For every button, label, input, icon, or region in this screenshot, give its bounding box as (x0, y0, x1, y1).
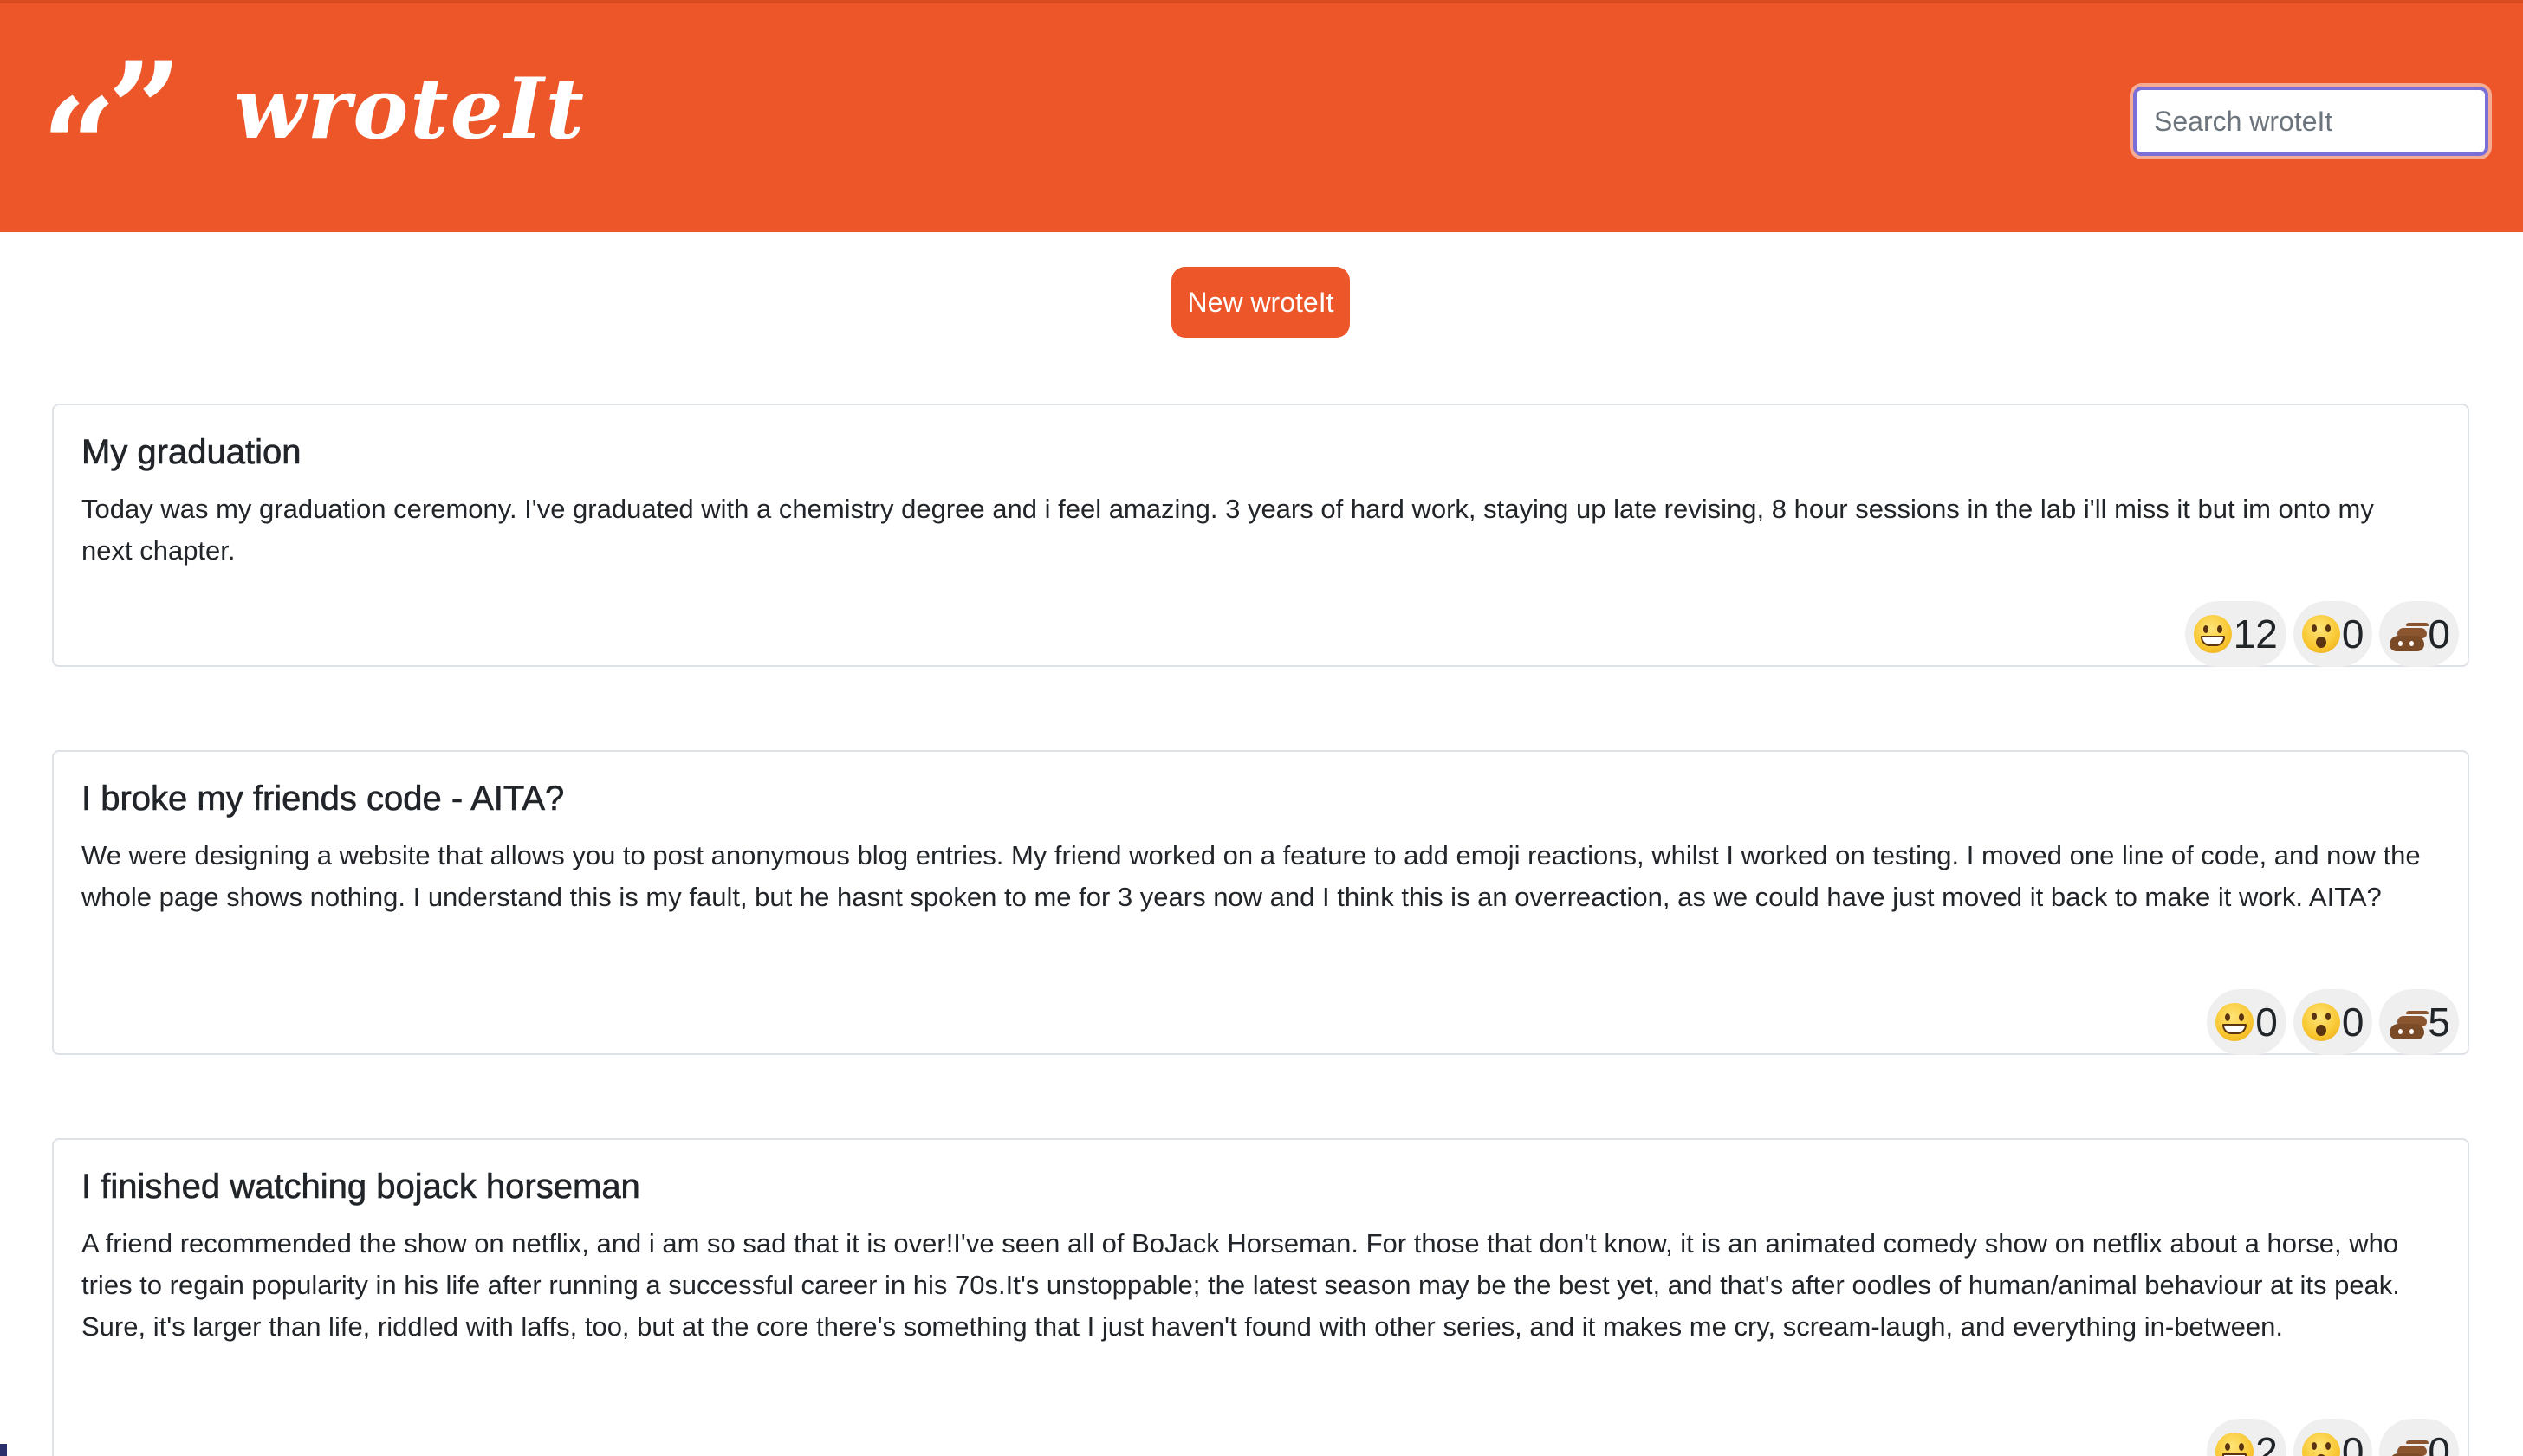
wow-reaction-button[interactable]: 0 (2293, 601, 2373, 667)
post-body: Today was my graduation ceremony. I've g… (81, 494, 2374, 566)
new-wroteit-button[interactable]: New wroteIt (1171, 267, 1350, 338)
reaction-count: 0 (2341, 1000, 2364, 1045)
poop-reaction-button[interactable]: 0 (2379, 601, 2459, 667)
wow-reaction-button[interactable]: 0 (2293, 1419, 2373, 1456)
brand-name: wroteIt (234, 60, 586, 158)
poop-icon (2388, 1003, 2426, 1041)
reaction-count: 0 (2341, 1429, 2364, 1456)
reaction-bar: 2 0 0 (2207, 1419, 2459, 1456)
wow-reaction-button[interactable]: 0 (2293, 989, 2373, 1055)
reaction-count: 0 (2428, 1429, 2450, 1456)
post-body: We were designing a website that allows … (81, 840, 2421, 912)
grinning-face-icon (2215, 1433, 2254, 1456)
brand-logo[interactable]: “ ” wroteIt (42, 45, 586, 211)
reaction-bar: 0 0 5 (2207, 989, 2459, 1055)
reaction-count: 2 (2255, 1429, 2278, 1456)
reaction-count: 0 (2255, 1000, 2278, 1045)
quote-marks-icon: “ ” (42, 45, 182, 211)
grin-reaction-button[interactable]: 12 (2184, 601, 2286, 667)
surprised-face-icon (2301, 615, 2340, 653)
reaction-bar: 12 0 0 (2184, 601, 2459, 667)
post-body: A friend recommended the show on netflix… (81, 1228, 2400, 1342)
reaction-count: 0 (2428, 612, 2450, 657)
window-corner (0, 1444, 7, 1456)
poop-icon (2388, 1433, 2426, 1456)
grinning-face-icon (2215, 1003, 2254, 1041)
grin-reaction-button[interactable]: 0 (2207, 989, 2286, 1055)
close-quote-mark: ” (107, 34, 183, 186)
page: “ ” wroteIt New wroteIt My graduation To… (0, 0, 2523, 1456)
open-quote-mark: “ (42, 70, 117, 223)
site-header: “ ” wroteIt (0, 0, 2523, 232)
post-card: I finished watching bojack horseman A fr… (52, 1138, 2469, 1456)
grinning-face-icon (2193, 615, 2232, 653)
post-card: I broke my friends code - AITA? We were … (52, 750, 2469, 1055)
post-title: My graduation (81, 433, 302, 472)
poop-reaction-button[interactable]: 5 (2379, 989, 2459, 1055)
poop-reaction-button[interactable]: 0 (2379, 1419, 2459, 1456)
poop-icon (2388, 615, 2426, 653)
post-title: I finished watching bojack horseman (81, 1168, 640, 1207)
search-input[interactable] (2133, 87, 2488, 156)
grin-reaction-button[interactable]: 2 (2207, 1419, 2286, 1456)
surprised-face-icon (2301, 1003, 2340, 1041)
surprised-face-icon (2301, 1433, 2340, 1456)
reaction-count: 5 (2428, 1000, 2450, 1045)
post-title: I broke my friends code - AITA? (81, 780, 565, 819)
reaction-count: 12 (2233, 612, 2278, 657)
post-card: My graduation Today was my graduation ce… (52, 404, 2469, 667)
reaction-count: 0 (2341, 612, 2364, 657)
